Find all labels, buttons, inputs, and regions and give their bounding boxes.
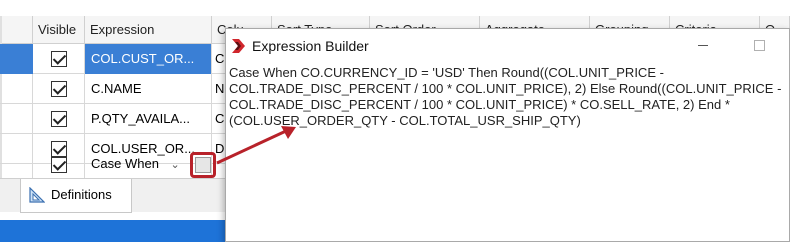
callout-arrow <box>216 126 296 165</box>
